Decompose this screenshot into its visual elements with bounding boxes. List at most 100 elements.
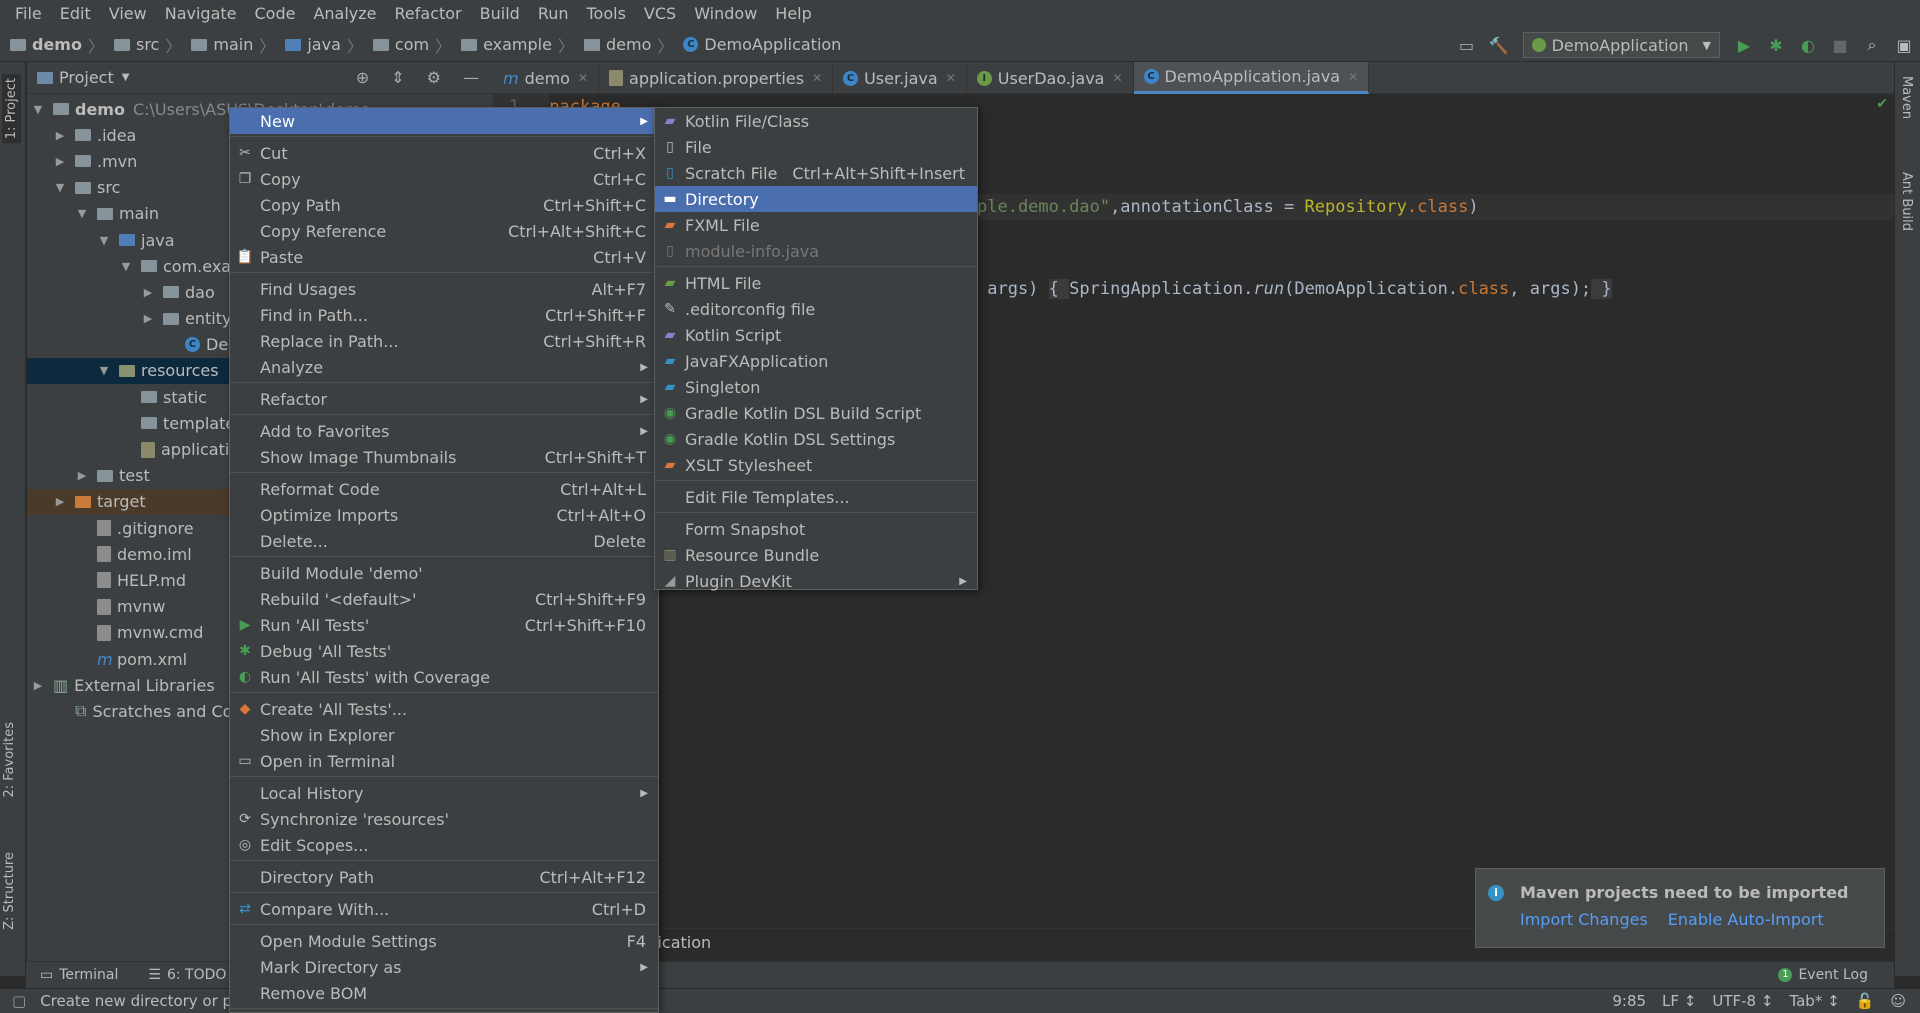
menu-item-open-in-terminal[interactable]: ▭ Open in Terminal bbox=[230, 748, 658, 774]
menu-item-open-module-settings[interactable]: Open Module Settings F4 bbox=[230, 928, 658, 954]
menu-item-find-usages[interactable]: Find Usages Alt+F7 bbox=[230, 276, 658, 302]
menu-item-remove-bom[interactable]: Remove BOM bbox=[230, 980, 658, 1006]
crumb-src[interactable]: src 〉 bbox=[113, 33, 187, 57]
tab-demo[interactable]: m demo ✕ bbox=[493, 62, 600, 94]
new-item-fxml-file[interactable]: ▰ FXML File bbox=[655, 212, 977, 238]
project-structure-icon[interactable]: ▭ bbox=[1453, 31, 1481, 59]
crumb-com[interactable]: com 〉 bbox=[372, 33, 457, 57]
tab-project[interactable]: 1: Project bbox=[2, 74, 21, 144]
menu-item-copy-reference[interactable]: Copy Reference Ctrl+Alt+Shift+C bbox=[230, 218, 658, 244]
menu-edit[interactable]: Edit bbox=[51, 0, 100, 28]
menu-item-create-all-tests[interactable]: ◆ Create 'All Tests'... bbox=[230, 696, 658, 722]
tab-maven[interactable]: Maven bbox=[1899, 76, 1914, 119]
crumb-example[interactable]: example 〉 bbox=[461, 33, 580, 57]
enable-auto-import-link[interactable]: Enable Auto-Import bbox=[1668, 910, 1824, 929]
menu-item-mark-directory-as[interactable]: Mark Directory as ▶ bbox=[230, 954, 658, 980]
search-icon[interactable]: ⌕ bbox=[1858, 31, 1886, 59]
menu-item-add-to-favorites[interactable]: Add to Favorites ▶ bbox=[230, 418, 658, 444]
stop-icon[interactable]: ■ bbox=[1826, 31, 1854, 59]
new-item-plugin-devkit[interactable]: ◢ Plugin DevKit ▶ bbox=[655, 568, 977, 594]
menu-analyze[interactable]: Analyze bbox=[304, 0, 385, 28]
menu-item-optimize-imports[interactable]: Optimize Imports Ctrl+Alt+O bbox=[230, 502, 658, 528]
locate-icon[interactable]: ⊕ bbox=[356, 68, 369, 87]
menu-item-cut[interactable]: ✂ Cut Ctrl+X bbox=[230, 140, 658, 166]
gear-icon[interactable]: ⚙ bbox=[427, 68, 441, 87]
tab-userdao-java[interactable]: I UserDao.java ✕ bbox=[967, 62, 1134, 94]
new-item-scratch-file[interactable]: ▯ Scratch File Ctrl+Alt+Shift+Insert bbox=[655, 160, 977, 186]
new-item-resource-bundle[interactable]: ▥ Resource Bundle bbox=[655, 542, 977, 568]
crumb-demo[interactable]: demo 〉 bbox=[10, 33, 110, 57]
menu-tools[interactable]: Tools bbox=[578, 0, 635, 28]
new-item-edit-file-templates[interactable]: Edit File Templates... bbox=[655, 484, 977, 510]
menu-navigate[interactable]: Navigate bbox=[156, 0, 246, 28]
tab-terminal[interactable]: ▭ Terminal bbox=[40, 967, 118, 983]
menu-refactor[interactable]: Refactor bbox=[386, 0, 471, 28]
menu-vcs[interactable]: VCS bbox=[635, 0, 685, 28]
crumb-main[interactable]: main 〉 bbox=[191, 33, 281, 57]
menu-item-new[interactable]: New ▶ bbox=[230, 108, 658, 134]
close-icon[interactable]: ✕ bbox=[578, 71, 588, 85]
file-encoding[interactable]: UTF-8 ↕ bbox=[1712, 992, 1773, 1010]
menu-item-directory-path[interactable]: Directory Path Ctrl+Alt+F12 bbox=[230, 864, 658, 890]
menu-item-build-module-demo[interactable]: Build Module 'demo' bbox=[230, 560, 658, 586]
menu-window[interactable]: Window bbox=[685, 0, 766, 28]
menu-item-refactor[interactable]: Refactor ▶ bbox=[230, 386, 658, 412]
menu-help[interactable]: Help bbox=[766, 0, 820, 28]
tab-ant-build[interactable]: Ant Build bbox=[1899, 172, 1914, 231]
tab-user-java[interactable]: C User.java ✕ bbox=[833, 62, 967, 94]
new-item-directory[interactable]: ▬ Directory bbox=[655, 186, 977, 212]
tab-demoapplication-java[interactable]: C DemoApplication.java ✕ bbox=[1133, 62, 1370, 94]
menu-item-show-in-explorer[interactable]: Show in Explorer bbox=[230, 722, 658, 748]
line-separator[interactable]: LF ↕ bbox=[1662, 992, 1696, 1010]
caret-position[interactable]: 9:85 bbox=[1612, 992, 1646, 1010]
menu-item-delete[interactable]: Delete... Delete bbox=[230, 528, 658, 554]
new-item-kotlin-file-class[interactable]: ▰ Kotlin File/Class bbox=[655, 108, 977, 134]
inspector-icon[interactable]: ☺ bbox=[1890, 992, 1906, 1010]
coverage-icon[interactable]: ◐ bbox=[1794, 31, 1822, 59]
toolbar-extra-icon[interactable]: ▣ bbox=[1890, 31, 1918, 59]
tab-structure[interactable]: Z: Structure bbox=[2, 852, 17, 930]
menu-item-local-history[interactable]: Local History ▶ bbox=[230, 780, 658, 806]
menu-item-run-all-tests[interactable]: ▶ Run 'All Tests' Ctrl+Shift+F10 bbox=[230, 612, 658, 638]
menu-item-edit-scopes[interactable]: ◎ Edit Scopes... bbox=[230, 832, 658, 858]
new-item-editorconfig-file[interactable]: ✎ .editorconfig file bbox=[655, 296, 977, 322]
close-icon[interactable]: ✕ bbox=[1112, 71, 1122, 85]
new-item-html-file[interactable]: ▰ HTML File bbox=[655, 270, 977, 296]
new-item-xslt-stylesheet[interactable]: ▰ XSLT Stylesheet bbox=[655, 452, 977, 478]
tab-application-properties[interactable]: application.properties ✕ bbox=[599, 62, 834, 94]
close-icon[interactable]: ✕ bbox=[1348, 70, 1358, 84]
crumb-demoapplication[interactable]: C DemoApplication bbox=[683, 35, 841, 54]
build-hammer-icon[interactable]: 🔨 bbox=[1485, 31, 1513, 59]
crumb-demo-pkg[interactable]: demo 〉 bbox=[583, 33, 679, 57]
new-item-singleton[interactable]: ▰ Singleton bbox=[655, 374, 977, 400]
menu-item-synchronize-resources[interactable]: ⟳ Synchronize 'resources' bbox=[230, 806, 658, 832]
menu-code[interactable]: Code bbox=[246, 0, 305, 28]
run-icon[interactable]: ▶ bbox=[1730, 31, 1758, 59]
menu-item-reformat-code[interactable]: Reformat Code Ctrl+Alt+L bbox=[230, 476, 658, 502]
new-item-form-snapshot[interactable]: Form Snapshot bbox=[655, 516, 977, 542]
collapse-icon[interactable]: ⇕ bbox=[391, 68, 404, 87]
new-item-gradle-kotlin-dsl-settings[interactable]: ◉ Gradle Kotlin DSL Settings bbox=[655, 426, 977, 452]
menu-item-paste[interactable]: 📋 Paste Ctrl+V bbox=[230, 244, 658, 270]
new-item-kotlin-script[interactable]: ▰ Kotlin Script bbox=[655, 322, 977, 348]
run-config-select[interactable]: DemoApplication ▼ bbox=[1522, 32, 1720, 58]
debug-icon[interactable]: ✱ bbox=[1762, 31, 1790, 59]
menu-item-analyze[interactable]: Analyze ▶ bbox=[230, 354, 658, 380]
chevron-down-icon[interactable]: ▼ bbox=[122, 72, 130, 83]
toggle-panels-icon[interactable]: ▢ bbox=[12, 992, 26, 1010]
menu-item-debug-all-tests[interactable]: ✱ Debug 'All Tests' bbox=[230, 638, 658, 664]
menu-item-compare-with[interactable]: ⇄ Compare With... Ctrl+D bbox=[230, 896, 658, 922]
project-view-select[interactable]: Project bbox=[59, 68, 114, 87]
menu-build[interactable]: Build bbox=[471, 0, 529, 28]
indent-setting[interactable]: Tab* ↕ bbox=[1789, 992, 1839, 1010]
hide-icon[interactable]: — bbox=[463, 68, 479, 87]
tab-event-log[interactable]: 1 Event Log bbox=[1778, 967, 1868, 983]
close-icon[interactable]: ✕ bbox=[946, 71, 956, 85]
menu-item-find-in-path[interactable]: Find in Path... Ctrl+Shift+F bbox=[230, 302, 658, 328]
new-item-file[interactable]: ▯ File bbox=[655, 134, 977, 160]
close-icon[interactable]: ✕ bbox=[812, 71, 822, 85]
tab-todo[interactable]: ☰ 6: TODO bbox=[148, 967, 226, 983]
tab-favorites[interactable]: 2: Favorites bbox=[2, 722, 17, 798]
import-changes-link[interactable]: Import Changes bbox=[1520, 910, 1648, 929]
crumb-java[interactable]: java 〉 bbox=[285, 33, 369, 57]
